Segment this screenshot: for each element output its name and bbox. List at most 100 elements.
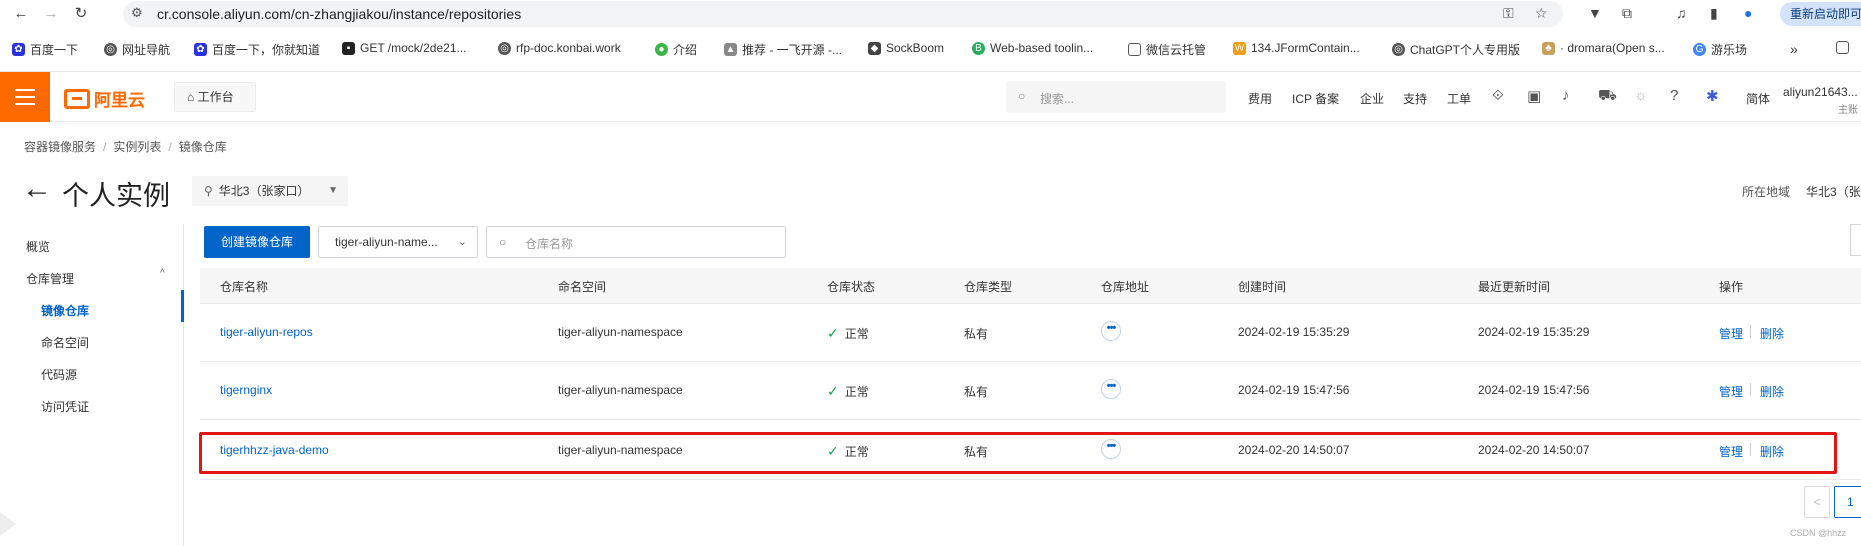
account-type: 主账 xyxy=(1838,105,1858,116)
console-topbar: 阿里云 ⌂ 工作台 ○ 搜索... 费用 ICP 备案 企业 支持 工单 ⟐ ▣… xyxy=(0,72,1861,122)
nav-billing[interactable]: 费用 xyxy=(1248,90,1272,107)
bookmark-item[interactable]: ◆ SockBoom xyxy=(868,41,944,55)
table-row: tiger-aliyun-repos tiger-aliyun-namespac… xyxy=(200,304,1861,362)
sidebar-item-overview[interactable]: 概览 xyxy=(26,238,50,255)
bookmark-item[interactable]: 微信云托管 xyxy=(1128,41,1206,58)
workbench-button[interactable]: ⌂ 工作台 xyxy=(174,82,256,112)
active-indicator xyxy=(181,290,184,322)
dromara-icon: ♣ xyxy=(1542,41,1555,55)
baidu-paw-icon: ✿ xyxy=(194,43,207,56)
bell-icon[interactable]: ♪ xyxy=(1562,87,1570,104)
more-icon[interactable]: ••• xyxy=(1101,379,1121,399)
nav-ticket[interactable]: 工单 xyxy=(1447,90,1471,107)
watermark: CSDN @hhzz xyxy=(1790,528,1847,538)
bookmark-item[interactable]: ◎ rfp-doc.konbai.work xyxy=(498,41,621,55)
breadcrumb-item[interactable]: 容器镜像服务 xyxy=(24,140,96,154)
page-title: 个人实例 xyxy=(62,181,170,211)
bookmark-item[interactable]: ✿ 百度一下，你就知道 xyxy=(194,41,320,58)
menu-icon[interactable] xyxy=(0,72,50,122)
side-panel-icon[interactable]: ▮ xyxy=(1710,5,1718,22)
cloud-shell-icon[interactable]: ▣ xyxy=(1527,87,1541,105)
address-bar[interactable]: ⚙ cr.console.aliyun.com/cn-zhangjiakou/i… xyxy=(123,1,1563,27)
table-row: tigernginx tiger-aliyun-namespace ✓ 正常 私有… xyxy=(200,362,1861,420)
help-icon[interactable]: ? xyxy=(1670,87,1678,104)
bookmark-item[interactable]: ♣ · dromara(Open s... xyxy=(1542,41,1665,55)
globe-icon: ◎ xyxy=(104,43,117,56)
decorative-corner xyxy=(0,512,16,536)
status-badge: ✓ 正常 xyxy=(827,383,869,399)
user-account[interactable]: aliyun21643... xyxy=(1783,85,1858,99)
folder-icon xyxy=(1128,43,1141,56)
back-icon[interactable]: ← xyxy=(12,5,30,23)
bookmark-folder-icon[interactable] xyxy=(1836,41,1849,54)
toolbar-right-button[interactable] xyxy=(1850,224,1861,256)
search-icon: ○ xyxy=(1018,89,1026,103)
bookmark-item[interactable]: ◎ 网址导航 xyxy=(104,41,170,58)
sidebar: 概览 仓库管理 ^ 镜像仓库 命名空间 代码源 访问凭证 xyxy=(0,224,184,546)
region-selector[interactable]: ⚲ 华北3（张家口） ▼ xyxy=(192,176,348,206)
bookmarks-overflow-icon[interactable]: » xyxy=(1790,41,1798,57)
repo-name-link[interactable]: tigernginx xyxy=(220,383,272,397)
repo-name-link[interactable]: tiger-aliyun-repos xyxy=(220,325,313,339)
highlight-box xyxy=(199,432,1837,474)
url-text[interactable]: cr.console.aliyun.com/cn-zhangjiakou/ins… xyxy=(157,6,521,22)
sidebar-item-credentials[interactable]: 访问凭证 xyxy=(41,398,89,415)
bookmark-item[interactable]: B Web-based toolin... xyxy=(972,41,1093,55)
bookmark-item[interactable]: ● 介绍 xyxy=(655,41,697,58)
sidebar-item-namespaces[interactable]: 命名空间 xyxy=(41,334,89,351)
more-icon[interactable]: ••• xyxy=(1101,321,1121,341)
code-icon[interactable]: ⟐ xyxy=(1492,87,1504,104)
nav-icp[interactable]: ICP 备案 xyxy=(1292,90,1339,107)
bookmark-star-icon[interactable]: ☆ xyxy=(1535,5,1548,22)
password-key-icon[interactable]: ⚿ xyxy=(1503,5,1514,22)
manage-link[interactable]: 管理 xyxy=(1719,325,1743,342)
chevron-down-icon: ⌄ xyxy=(457,236,467,248)
language-switch[interactable]: 简体 xyxy=(1746,90,1770,107)
globe-icon: ◎ xyxy=(1392,43,1405,56)
page-number-button[interactable]: 1 xyxy=(1834,486,1861,518)
puzzle-icon[interactable]: ⧉ xyxy=(1622,5,1632,22)
delete-link[interactable]: 删除 xyxy=(1760,325,1784,342)
site-info-icon[interactable]: ⚙ xyxy=(131,5,143,21)
sidebar-item-code-source[interactable]: 代码源 xyxy=(41,366,77,383)
bookmark-item[interactable]: ▲ 推荐 - 一飞开源 -... xyxy=(724,41,842,58)
aliyun-logo[interactable]: 阿里云 xyxy=(64,86,145,111)
forward-icon[interactable]: → xyxy=(42,5,60,23)
sidebar-group-repo-mgmt[interactable]: 仓库管理 xyxy=(26,270,74,287)
extension-icon[interactable]: ▼ xyxy=(1588,5,1602,21)
bookmark-item[interactable]: W 134.JFormContain... xyxy=(1233,41,1360,55)
delete-link[interactable]: 删除 xyxy=(1760,383,1784,400)
bookmark-item[interactable]: ▪ GET /mock/2de21... xyxy=(342,41,467,55)
bookmark-item[interactable]: ◎ ChatGPT个人专用版 xyxy=(1392,41,1520,58)
sidebar-item-image-repos[interactable]: 镜像仓库 xyxy=(41,302,89,319)
breadcrumb-item: 镜像仓库 xyxy=(178,140,227,154)
namespace-select[interactable]: tiger-aliyun-name... ⌄ xyxy=(318,226,478,258)
back-arrow-icon[interactable]: ← xyxy=(22,174,52,204)
assistant-icon[interactable]: ✱ xyxy=(1706,87,1719,105)
chevron-up-icon[interactable]: ^ xyxy=(160,268,165,279)
cart-icon[interactable]: ⛟ xyxy=(1598,87,1617,106)
region-label: 所在地域 xyxy=(1742,185,1791,199)
bookmark-item[interactable]: ✿ 百度一下 xyxy=(12,41,78,58)
status-badge: ✓ 正常 xyxy=(827,325,869,341)
create-repo-button[interactable]: 创建镜像仓库 xyxy=(204,226,310,258)
global-search-input[interactable]: ○ 搜索... xyxy=(1006,81,1226,113)
profile-icon[interactable]: ● xyxy=(1744,5,1752,21)
breadcrumb-item[interactable]: 实例列表 xyxy=(113,140,161,154)
terminal-icon: ▪ xyxy=(342,41,355,55)
reload-icon[interactable]: ↻ xyxy=(72,5,90,23)
prev-page-button[interactable]: < xyxy=(1804,486,1830,518)
nav-enterprise[interactable]: 企业 xyxy=(1360,90,1384,107)
manage-link[interactable]: 管理 xyxy=(1719,383,1743,400)
mountain-icon: ▲ xyxy=(724,43,737,56)
table-header: 仓库名称 命名空间 仓库状态 仓库类型 仓库地址 创建时间 最近更新时间 操作 xyxy=(200,268,1861,304)
bulb-icon[interactable]: ☼ xyxy=(1634,87,1648,104)
browser-toolbar: ← → ↻ ⚙ cr.console.aliyun.com/cn-zhangji… xyxy=(0,0,1861,28)
home-icon: ⌂ xyxy=(187,90,195,104)
bookmark-item[interactable]: G 游乐场 xyxy=(1693,41,1747,58)
repo-name-search-input[interactable]: ○ 仓库名称 xyxy=(486,226,786,258)
relaunch-button[interactable]: 重新启动即可 xyxy=(1780,2,1861,26)
media-icon[interactable]: ♫ xyxy=(1676,5,1687,21)
nav-support[interactable]: 支持 xyxy=(1403,90,1427,107)
sock-icon: ◆ xyxy=(868,41,881,55)
